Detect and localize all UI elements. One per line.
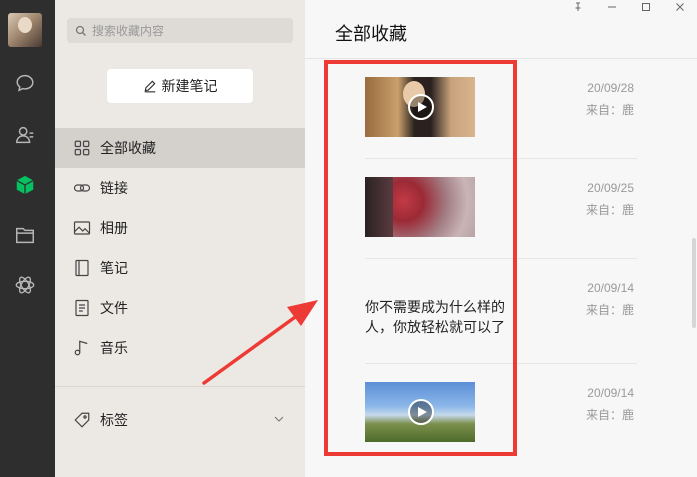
close-icon[interactable] xyxy=(663,0,697,14)
favorites-content: 全部收藏 20/09/28 来自：鹿 20/09/25 来自：鹿 你不需要成为什… xyxy=(305,0,697,477)
search-icon xyxy=(75,25,86,36)
favorites-sidebar: 新建笔记 全部收藏 链接 相册 笔记 文件 音乐 标签 xyxy=(55,0,305,477)
chevron-down-icon[interactable] xyxy=(273,413,285,425)
minimize-icon[interactable] xyxy=(595,0,629,14)
window-controls xyxy=(561,0,697,14)
item-date: 20/09/14 xyxy=(587,386,634,400)
nav-item-label: 音乐 xyxy=(100,340,128,356)
nav-item-links[interactable]: 链接 xyxy=(55,168,305,208)
image-icon xyxy=(73,221,91,235)
pin-icon[interactable] xyxy=(561,0,595,14)
list-item[interactable]: 你不需要成为什么样的人，你放轻松就可以了 20/09/14 来自：鹿 xyxy=(305,259,697,364)
nav-item-label: 相册 xyxy=(100,220,128,236)
favorites-list: 20/09/28 来自：鹿 20/09/25 来自：鹿 你不需要成为什么样的人，… xyxy=(305,59,697,464)
tags-section[interactable]: 标签 xyxy=(55,400,305,440)
notebook-icon xyxy=(75,259,89,277)
nav-item-label: 文件 xyxy=(100,300,128,316)
play-icon xyxy=(408,94,434,120)
item-source: 来自：鹿 xyxy=(585,303,634,317)
video-thumbnail[interactable] xyxy=(365,382,475,442)
music-icon xyxy=(74,340,88,356)
item-date: 20/09/28 xyxy=(587,81,634,95)
item-source: 来自：鹿 xyxy=(585,203,634,217)
page-title: 全部收藏 xyxy=(335,24,407,44)
item-date: 20/09/14 xyxy=(587,281,634,295)
note-text: 你不需要成为什么样的人，你放轻松就可以了 xyxy=(365,299,505,335)
list-item[interactable]: 20/09/28 来自：鹿 xyxy=(305,59,697,159)
list-item[interactable]: 20/09/25 来自：鹿 xyxy=(305,159,697,259)
folder-icon[interactable] xyxy=(12,222,38,248)
nav-item-music[interactable]: 音乐 xyxy=(55,328,305,368)
grid-icon xyxy=(74,140,90,156)
nav-item-label: 笔记 xyxy=(100,260,128,276)
avatar[interactable] xyxy=(8,13,42,47)
category-nav: 全部收藏 链接 相册 笔记 文件 音乐 xyxy=(55,128,305,368)
video-thumbnail[interactable] xyxy=(365,77,475,137)
nav-item-all-favorites[interactable]: 全部收藏 xyxy=(55,128,305,168)
file-icon xyxy=(75,299,89,317)
divider xyxy=(55,386,305,387)
item-date: 20/09/25 xyxy=(587,181,634,195)
image-thumbnail[interactable] xyxy=(365,177,475,237)
new-note-button[interactable]: 新建笔记 xyxy=(107,69,253,103)
nav-item-album[interactable]: 相册 xyxy=(55,208,305,248)
maximize-icon[interactable] xyxy=(629,0,663,14)
nav-item-files[interactable]: 文件 xyxy=(55,288,305,328)
favorites-cube-icon[interactable] xyxy=(12,172,38,198)
item-source: 来自：鹿 xyxy=(585,103,634,117)
search-box[interactable] xyxy=(67,18,293,43)
tag-icon xyxy=(74,412,90,428)
mini-program-icon[interactable] xyxy=(12,272,38,298)
search-input[interactable] xyxy=(92,23,282,38)
tags-label: 标签 xyxy=(100,412,128,428)
nav-item-label: 链接 xyxy=(100,180,128,196)
scrollbar[interactable] xyxy=(692,238,696,328)
nav-item-label: 全部收藏 xyxy=(100,140,156,156)
item-source: 来自：鹿 xyxy=(585,408,634,422)
new-note-label: 新建笔记 xyxy=(161,78,218,94)
nav-item-notes[interactable]: 笔记 xyxy=(55,248,305,288)
pencil-icon xyxy=(144,80,155,93)
link-icon xyxy=(73,184,91,192)
contacts-icon[interactable] xyxy=(12,122,38,148)
list-item[interactable]: 20/09/14 来自：鹿 xyxy=(305,364,697,464)
sidebar-rail xyxy=(0,0,55,477)
play-icon xyxy=(408,399,434,425)
chat-icon[interactable] xyxy=(12,70,38,96)
